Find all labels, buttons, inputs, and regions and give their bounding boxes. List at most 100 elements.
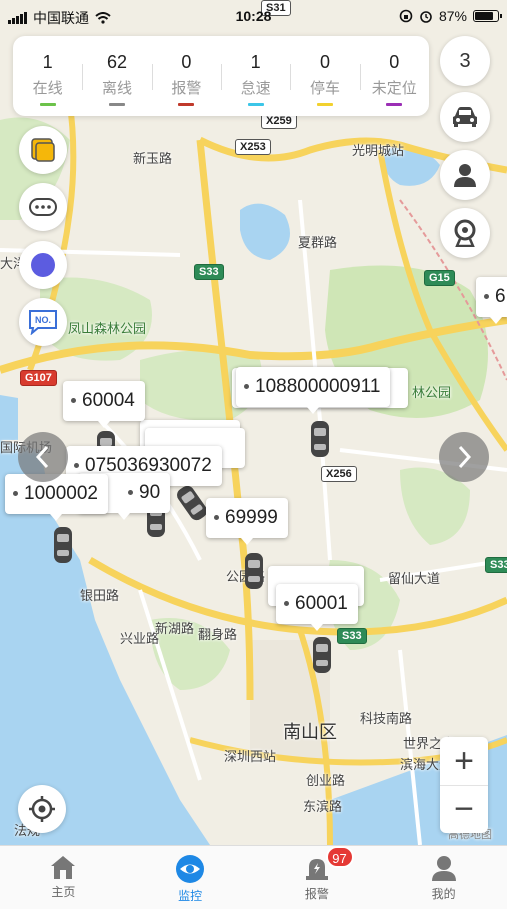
vehicle-callout[interactable]: 6	[476, 277, 507, 324]
driver-button[interactable]	[440, 150, 490, 200]
tab-monitor[interactable]: 监控	[127, 846, 254, 909]
map-label: 深圳西站	[224, 749, 277, 764]
road-shield: S33	[194, 264, 224, 280]
stat-count: 0	[389, 52, 400, 72]
color-filter-button[interactable]	[19, 241, 67, 289]
vehicle-marker[interactable]	[244, 552, 264, 590]
poi-button[interactable]	[440, 208, 490, 258]
color-circle-icon	[31, 253, 55, 277]
user-icon	[431, 856, 456, 881]
tab-label: 我的	[431, 887, 456, 901]
group-count-button[interactable]: 3	[440, 36, 490, 86]
chevron-left-icon	[35, 445, 49, 469]
map-label: 夏群路	[298, 235, 338, 250]
map-label: 兴业路	[120, 631, 160, 646]
stat-alarm[interactable]: 0 报警	[151, 46, 221, 106]
battery-percent: 87%	[438, 8, 467, 24]
map-label: 新玉路	[133, 151, 173, 166]
vehicle-marker[interactable]	[310, 420, 330, 458]
zoom-in-button[interactable]: +	[440, 737, 488, 785]
stat-count: 1	[250, 52, 261, 72]
tab-label: 监控	[178, 889, 203, 903]
alarm-badge: 97	[325, 846, 354, 868]
more-dots-icon	[29, 198, 57, 216]
car-icon	[453, 107, 477, 127]
map-label: 科技南路	[360, 711, 413, 726]
layer-button[interactable]	[19, 126, 67, 174]
next-arrow-button[interactable]	[439, 432, 489, 482]
tab-alarm[interactable]: 97 报警	[254, 846, 381, 909]
vehicle-callout[interactable]: 60001	[276, 584, 358, 631]
vehicle-number-text: NO.	[35, 315, 51, 325]
road-shield: S33	[485, 557, 507, 573]
map-label: 银田路	[80, 588, 120, 603]
stat-parked[interactable]: 0 停车	[290, 46, 359, 106]
stat-color-bar	[39, 103, 56, 106]
vehicle-callout[interactable]: 69999	[206, 498, 288, 545]
crosshair-icon	[29, 796, 55, 822]
alarm-clock-icon	[420, 11, 432, 23]
group-count: 3	[459, 49, 471, 72]
stat-count: 0	[181, 52, 192, 72]
vehicle-callout[interactable]: 1000002	[5, 474, 108, 521]
my-location-button[interactable]	[18, 785, 66, 833]
map-base	[0, 49, 507, 845]
previous-arrow-button[interactable]	[18, 432, 68, 482]
stat-label: 在线	[32, 80, 63, 97]
stat-label: 未定位	[371, 80, 417, 97]
stat-count: 62	[106, 52, 127, 72]
map-label: 林公园	[412, 385, 452, 400]
more-button[interactable]	[19, 183, 67, 231]
stat-unlocated[interactable]: 0 未定位	[359, 46, 429, 106]
zoom-out-button[interactable]: −	[440, 785, 488, 833]
bottom-tab-bar: 主页 监控 97 报警 我的	[0, 845, 507, 909]
vehicle-list-button[interactable]	[440, 92, 490, 142]
tab-home[interactable]: 主页	[0, 846, 127, 909]
map-label: 留仙大道	[388, 571, 441, 586]
vehicle-number-icon: NO.	[29, 310, 57, 335]
stat-label: 报警	[171, 80, 202, 97]
map-label: 凤山森林公园	[68, 321, 147, 336]
map-label: 东滨路	[303, 799, 343, 814]
minus-icon: −	[454, 790, 474, 828]
road-shield: G15	[424, 270, 455, 286]
district-label: 南山区	[283, 722, 337, 742]
orientation-lock-icon	[399, 9, 413, 23]
road-shield: X256	[321, 466, 357, 482]
vehicle-stats-panel: 1 在线 62 离线 0 报警 1 怠速 0 停车 0 未定位	[13, 36, 429, 116]
vehicle-number-toggle[interactable]: NO.	[19, 298, 67, 346]
home-icon	[51, 856, 76, 879]
stat-label: 怠速	[240, 80, 271, 97]
stat-count: 0	[319, 52, 330, 72]
map-label: 光明城站	[352, 143, 405, 158]
road-shield: S33	[337, 628, 367, 644]
stat-online[interactable]: 1 在线	[13, 46, 82, 106]
status-bar: 中国联通 10:28 87%	[0, 0, 507, 34]
map-label: 创业路	[306, 773, 346, 788]
vehicle-marker[interactable]	[53, 526, 73, 564]
stat-color-bar	[247, 103, 264, 106]
road-shield: G107	[20, 370, 57, 386]
map-label: 翻身路	[198, 627, 238, 642]
location-pin-icon	[454, 219, 476, 247]
map-label: 新湖路	[155, 621, 195, 636]
road-shield: X253	[235, 139, 271, 155]
chevron-right-icon	[458, 445, 472, 469]
stat-label: 停车	[309, 80, 340, 97]
stat-color-bar	[108, 103, 125, 106]
person-icon	[454, 164, 476, 187]
stat-color-bar	[386, 103, 403, 106]
stat-idle[interactable]: 1 怠速	[220, 46, 290, 106]
layer-square-icon	[31, 138, 55, 162]
stat-offline[interactable]: 62 离线	[82, 46, 151, 106]
plus-icon: +	[454, 741, 474, 780]
vehicle-marker[interactable]	[312, 636, 332, 674]
stat-color-bar	[316, 103, 333, 106]
zoom-control: + −	[440, 737, 488, 833]
tab-label: 主页	[51, 885, 76, 899]
vehicle-callout[interactable]: 108800000911	[236, 367, 391, 414]
map-view[interactable]: 新玉路 光明城站 大洋路 夏群路 凤山森林公园 林公园 国际机场 公园路 银田路…	[0, 0, 507, 845]
vehicle-callout[interactable]: 60004	[63, 381, 145, 428]
tab-label: 报警	[304, 887, 329, 901]
tab-profile[interactable]: 我的	[380, 846, 507, 909]
